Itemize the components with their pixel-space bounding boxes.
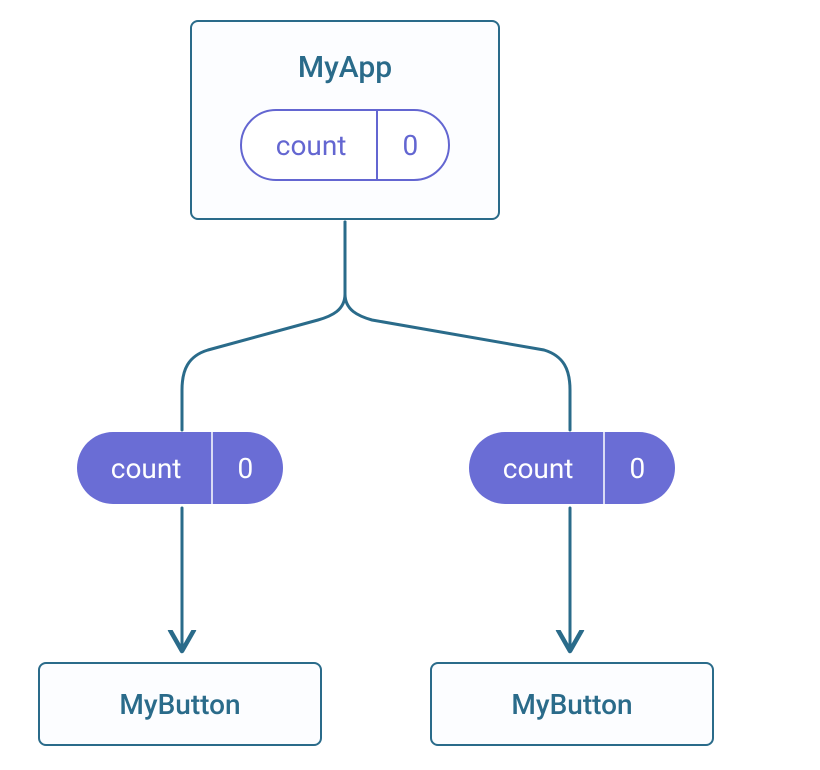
prop-value: 0 [213, 432, 283, 504]
parent-component-box: MyApp count 0 [190, 20, 500, 220]
child-component-box-right: MyButton [430, 662, 714, 746]
child-prop-pill: count 0 [77, 432, 283, 504]
state-label: count [242, 111, 377, 179]
child-prop-wrapper-left: count 0 [60, 432, 300, 504]
state-flow-diagram: MyApp count 0 count 0 count 0 MyButton M… [0, 0, 820, 770]
prop-value: 0 [605, 432, 675, 504]
child-component-box-left: MyButton [38, 662, 322, 746]
child-prop-pill: count 0 [469, 432, 675, 504]
prop-label: count [469, 432, 604, 504]
parent-component-title: MyApp [298, 50, 392, 85]
prop-label: count [77, 432, 212, 504]
child-component-title: MyButton [119, 688, 240, 721]
parent-state-pill: count 0 [240, 109, 450, 181]
child-prop-wrapper-right: count 0 [452, 432, 692, 504]
state-value: 0 [378, 111, 448, 179]
child-component-title: MyButton [511, 688, 632, 721]
